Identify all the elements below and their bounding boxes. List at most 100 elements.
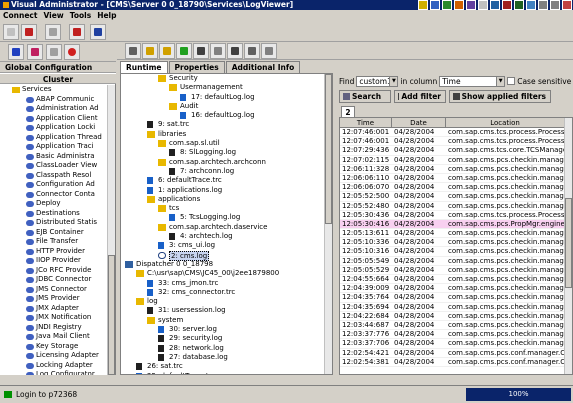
log-tree-node[interactable]: applications: [121, 195, 332, 204]
table-row[interactable]: 12:03:37:706 04/28/2004 com.sap.cms.pcs.ch…: [340, 339, 565, 349]
table-row[interactable]: 12:03:44:687 04/28/2004 com.sap.cms.pcs.ch…: [340, 321, 565, 331]
menu-view[interactable]: View: [43, 10, 63, 22]
log-tree-node[interactable]: log: [121, 297, 332, 306]
table-row[interactable]: 12:04:22:684 04/28/2004 com.sap.cms.pcs.ch…: [340, 312, 565, 321]
column-combo[interactable]: Time ▼: [439, 75, 506, 87]
service-item[interactable]: File Transfer: [0, 237, 108, 247]
service-item[interactable]: Destinations: [0, 209, 108, 219]
service-item[interactable]: Key Storage: [0, 342, 108, 352]
tool-connect-icon[interactable]: [125, 43, 141, 59]
menu-connect[interactable]: Connect: [3, 10, 37, 22]
export-icon[interactable]: [69, 24, 85, 40]
column-header-location[interactable]: Location: [446, 118, 565, 128]
show-applied-filters-button[interactable]: Show applied filters: [449, 90, 551, 103]
tool-properties-icon[interactable]: [261, 43, 277, 59]
disconnect-icon[interactable]: [21, 24, 37, 40]
service-item[interactable]: ClassLoader View: [0, 161, 108, 171]
chevron-down-icon[interactable]: ▼: [389, 76, 398, 86]
tool-disconnect-icon[interactable]: [142, 43, 158, 59]
connect-icon[interactable]: [3, 24, 19, 40]
taskbar-icon[interactable]: [430, 0, 440, 10]
table-row[interactable]: 12:05:52:480 04/28/2004 com.sap.cms.pcs.ch…: [340, 202, 565, 211]
log-tree-node[interactable]: 8: SlLogging.log: [121, 148, 332, 157]
taskbar-icon[interactable]: [490, 0, 500, 10]
book-icon[interactable]: [90, 24, 106, 40]
tool-add-icon[interactable]: [227, 43, 243, 59]
service-item[interactable]: Application Traci: [0, 142, 108, 152]
table-row[interactable]: 12:03:37:776 04/28/2004 com.sap.cms.pcs.ch…: [340, 330, 565, 340]
table-row[interactable]: 12:07:29:436 04/28/2004 com.sap.cms.tcs.co…: [340, 146, 565, 156]
services-tree-scrollbar[interactable]: [107, 85, 115, 375]
table-row[interactable]: 12:04:35:764 04/28/2004 com.sap.cms.pcs.ch…: [340, 293, 565, 303]
service-item[interactable]: Application Locki: [0, 123, 108, 133]
tree-node-services[interactable]: Services: [0, 85, 108, 95]
service-item[interactable]: Distributed Statis: [0, 218, 108, 228]
taskbar-icon[interactable]: [514, 0, 524, 10]
service-item[interactable]: JNDI Registry: [0, 323, 108, 333]
log-tree-node[interactable]: 4: archtech.log: [121, 232, 332, 241]
table-row[interactable]: 12:05:30:416 04/28/2004 com.sap.cms.pcs.Pr…: [340, 219, 565, 230]
global-configuration-tab[interactable]: Global Configuration: [0, 62, 116, 73]
table-row[interactable]: 12:07:02:115 04/28/2004 com.sap.cms.pcs.ch…: [340, 156, 565, 165]
service-item[interactable]: Connector Conta: [0, 190, 108, 200]
log-tree-node[interactable]: 5: TcsLogging.log: [121, 213, 332, 222]
tab-additional-info[interactable]: Additional Info: [225, 61, 301, 73]
service-item[interactable]: Application Thread: [0, 133, 108, 143]
menu-tools[interactable]: Tools: [70, 10, 91, 22]
table-row[interactable]: 12:06:11:328 04/28/2004 com.sap.cms.pcs.ch…: [340, 165, 565, 174]
log-tree-node[interactable]: tcs: [121, 204, 332, 213]
table-row[interactable]: 12:05:13:611 04/28/2004 com.sap.cms.pcs.ch…: [340, 229, 565, 239]
log-tree-node[interactable]: 16: defaultLog.log: [121, 111, 332, 120]
column-header-time[interactable]: Time: [340, 118, 392, 128]
taskbar-icon[interactable]: [454, 0, 464, 10]
tree-icon[interactable]: [8, 44, 24, 60]
tool-refresh-icon[interactable]: [176, 43, 192, 59]
log-tree-node[interactable]: 17: defaultLog.log: [121, 93, 332, 102]
service-item[interactable]: Basic Administra: [0, 152, 108, 162]
service-item[interactable]: Java Mail Client: [0, 332, 108, 342]
log-tree-node[interactable]: Dispatcher 0 0_18798: [121, 260, 332, 269]
service-item[interactable]: JDBC Connector: [0, 275, 108, 285]
table-row[interactable]: 12:05:10:336 04/28/2004 com.sap.cms.pcs.ch…: [340, 238, 565, 248]
stop-sign-icon[interactable]: [64, 44, 80, 60]
table-row[interactable]: 12:05:10:316 04/28/2004 com.sap.cms.pcs.ch…: [340, 247, 565, 257]
table-row[interactable]: 12:05:52:500 04/28/2004 com.sap.cms.pcs.ch…: [340, 192, 565, 202]
service-item[interactable]: JMX Adapter: [0, 304, 108, 314]
tab-runtime[interactable]: Runtime: [120, 61, 168, 73]
log-tree-node[interactable]: libraries: [121, 130, 332, 139]
add-filter-button[interactable]: Add filter: [394, 90, 446, 103]
log-tree-node[interactable]: 1: applications.log: [121, 186, 332, 195]
log-tree-node[interactable]: 6: defaultTrace.trc: [121, 176, 332, 185]
log-tree-node[interactable]: 31: usersession.log: [121, 306, 332, 315]
tool-filter-icon[interactable]: [193, 43, 209, 59]
log-tree-node[interactable]: 7: archconn.log: [121, 167, 332, 176]
table-row[interactable]: 12:02:54:381 04/28/2004 com.sap.cms.pcs.co…: [340, 358, 565, 367]
service-item[interactable]: JMS Connector: [0, 285, 108, 295]
table-row[interactable]: 12:06:06:110 04/28/2004 com.sap.cms.pcs.ch…: [340, 174, 565, 184]
table-row[interactable]: 12:06:06:070 04/28/2004 com.sap.cms.pcs.ch…: [340, 183, 565, 193]
service-item[interactable]: Log Configurator: [0, 370, 108, 375]
service-item[interactable]: Deploy: [0, 199, 108, 209]
service-item[interactable]: Application Client: [0, 114, 108, 124]
log-tree-node[interactable]: Audit: [121, 102, 332, 111]
taskbar-icon[interactable]: [478, 0, 488, 10]
log-tree-node[interactable]: 25: defaultTrace.trc: [121, 372, 332, 374]
tool-split-icon[interactable]: [244, 43, 260, 59]
table-row[interactable]: 12:05:05:549 04/28/2004 com.sap.cms.pcs.ch…: [340, 257, 565, 266]
scrollbar-thumb[interactable]: [325, 74, 332, 224]
table-row[interactable]: 12:07:46:001 04/28/2004 com.sap.cms.tcs.pr…: [340, 128, 565, 138]
scrollbar-thumb[interactable]: [565, 198, 572, 288]
table-row[interactable]: 12:04:35:694 04/28/2004 com.sap.cms.pcs.ch…: [340, 303, 565, 312]
service-item[interactable]: JMX Notification: [0, 313, 108, 323]
service-item[interactable]: JCo RFC Provide: [0, 266, 108, 276]
service-item[interactable]: ABAP Communic: [0, 95, 108, 105]
service-item[interactable]: Locking Adapter: [0, 361, 108, 371]
taskbar-icon[interactable]: [502, 0, 512, 10]
chevron-down-icon[interactable]: ▼: [496, 76, 505, 86]
maximize-button[interactable]: [550, 0, 560, 10]
table-row[interactable]: 12:05:30:436 04/28/2004 com.sap.cms.tcs.pr…: [340, 211, 565, 220]
table-scrollbar[interactable]: [564, 118, 572, 374]
taskbar-icon[interactable]: [466, 0, 476, 10]
log-tree-node[interactable]: C:\usr\sap\CMS\JC45_00\j2ee1879800: [121, 269, 332, 278]
find-value-combo[interactable]: custom1 ▼: [356, 75, 399, 87]
